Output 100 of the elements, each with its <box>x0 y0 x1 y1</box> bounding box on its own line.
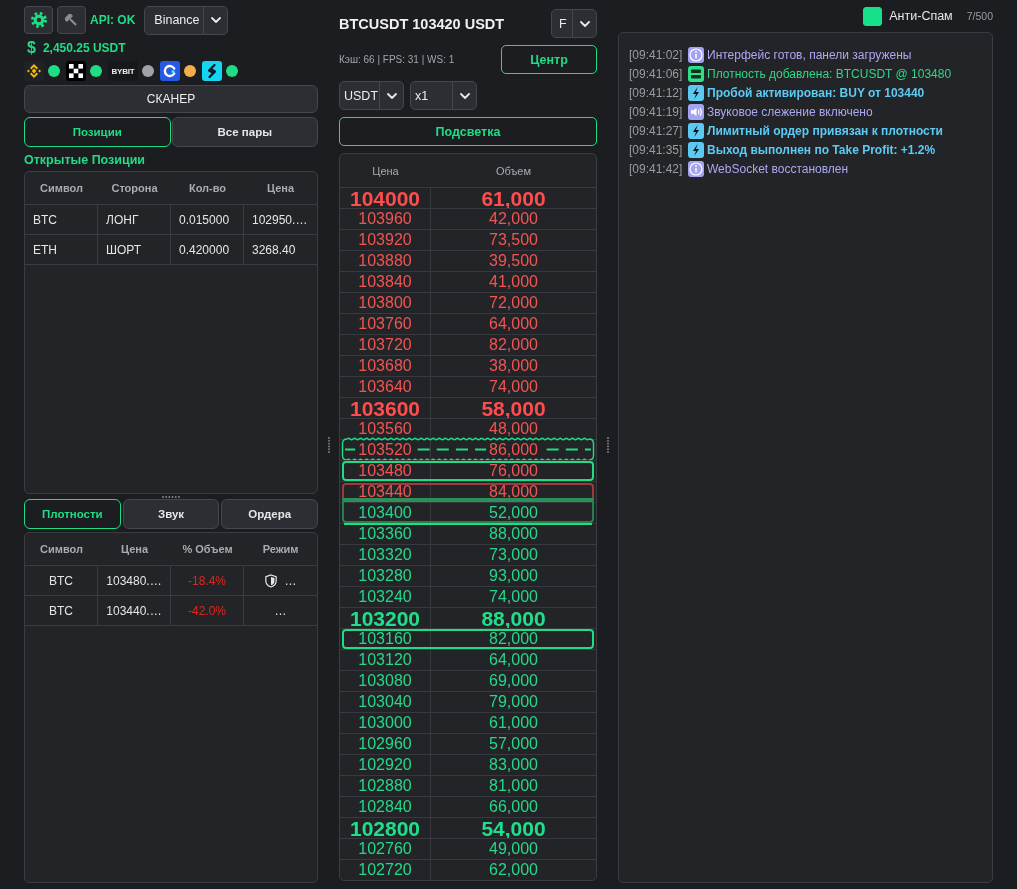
balance-amount: 2,450.25 USDT <box>42 41 126 55</box>
column-header: Сторона <box>110 181 159 196</box>
price-cell: 103840 <box>340 271 431 292</box>
tab[interactable]: Позиции <box>24 117 171 147</box>
checkbox-label: Анти-Спам <box>889 9 953 23</box>
price-cell: 103040 <box>340 691 431 712</box>
table-cell: -18.4% <box>171 566 244 595</box>
column-header: Кол-во <box>187 181 228 196</box>
log-timestamp: [09:41:35] <box>629 142 684 157</box>
volume-cell: 42,000 <box>431 208 596 229</box>
price-cell: 102960 <box>340 733 431 754</box>
highlight-button[interactable]: Подсветка <box>339 117 597 146</box>
swirl-logo-icon <box>202 61 222 81</box>
price-cell: 103200 <box>340 607 431 629</box>
log-message: Плотность добавлена: BTCUSDT @ 103480 <box>707 66 952 81</box>
exchange-select[interactable]: Binance <box>144 5 229 35</box>
log-message: WebSocket восстановлен <box>707 161 849 176</box>
price-cell: 103560 <box>340 418 431 439</box>
volume-cell: 54,000 <box>431 817 596 839</box>
price-cell: 103280 <box>340 565 431 586</box>
volume-cell: 88,000 <box>431 607 596 629</box>
ring-logo-icon <box>160 61 180 81</box>
price-cell: 103880 <box>340 250 431 271</box>
scanner-button[interactable]: СКАНЕР <box>24 85 318 113</box>
volume-cell: 66,000 <box>431 796 596 817</box>
price-cell: 103440 <box>340 481 431 502</box>
volume-cell: 69,000 <box>431 670 596 691</box>
resize-handle[interactable] <box>327 436 330 453</box>
market-select[interactable]: F <box>551 9 597 38</box>
volume-cell: 57,000 <box>431 733 596 754</box>
price-cell: 102760 <box>340 838 431 859</box>
tab[interactable]: Звук <box>122 499 220 529</box>
center-button[interactable]: Центр <box>501 45 597 74</box>
volume-cell: 61,000 <box>431 712 596 733</box>
tab[interactable]: Ордера <box>221 499 318 529</box>
price-cell: 102920 <box>340 754 431 775</box>
exchange-wordmark: BYBIT <box>108 61 138 81</box>
table-cell: ШОРТ <box>98 235 171 264</box>
volume-cell: 82,000 <box>431 628 596 649</box>
column-header: Режим <box>261 542 300 557</box>
table-cell: BTC <box>25 596 98 625</box>
table-cell: 103480.… <box>98 566 171 595</box>
chevron-down-icon <box>579 20 590 27</box>
checker-logo-icon <box>66 61 86 81</box>
price-cell: 103120 <box>340 649 431 670</box>
price-cell: 103760 <box>340 313 431 334</box>
chevron-down-icon <box>386 92 397 99</box>
volume-cell: 83,000 <box>431 754 596 775</box>
volume-cell: 76,000 <box>431 460 596 481</box>
volume-cell: 39,500 <box>431 250 596 271</box>
scale-select[interactable]: x1 <box>410 81 477 110</box>
table-cell: 0.015000 <box>171 205 244 234</box>
price-cell: 103240 <box>340 586 431 607</box>
table-cell: -42.0% <box>171 596 244 625</box>
volume-cell: 93,000 <box>431 565 596 586</box>
currency-symbol: $ <box>27 39 36 57</box>
volume-cell: 72,000 <box>431 292 596 313</box>
quote-select[interactable]: USDT <box>339 81 404 110</box>
column-header: Объем <box>494 163 532 179</box>
resize-handle[interactable] <box>606 436 609 453</box>
column-header: Символ <box>39 542 84 557</box>
settings-button[interactable] <box>24 6 53 34</box>
column-header: % Объем <box>181 542 234 557</box>
resize-handle[interactable] <box>162 495 180 498</box>
price-cell: 102840 <box>340 796 431 817</box>
volume-cell: 81,000 <box>431 775 596 796</box>
price-cell: 103600 <box>340 397 431 419</box>
column-header: Символ <box>39 181 84 196</box>
hammer-button[interactable] <box>57 6 86 34</box>
log-message: Лимитный ордер привязан к плотности <box>707 123 943 138</box>
log-timestamp: [09:41:27] <box>629 123 684 138</box>
price-cell: 103960 <box>340 208 431 229</box>
antispam-checkbox[interactable] <box>863 6 883 26</box>
log-message: Интерфейс готов, панели загружены <box>707 47 912 62</box>
table-cell: ЛОНГ <box>98 205 171 234</box>
table-cell: 103440.… <box>98 596 171 625</box>
price-cell: 103800 <box>340 292 431 313</box>
volume-cell: 62,000 <box>431 859 596 880</box>
volume-cell: 41,000 <box>431 271 596 292</box>
stats-text: Кэш: 66 | FPS: 31 | WS: 1 <box>339 54 455 65</box>
column-header: Цена <box>265 181 296 196</box>
log-timestamp: [09:41:19] <box>629 104 684 119</box>
table-cell-text: 3268.40 <box>251 241 297 259</box>
log-timestamp: [09:41:42] <box>629 161 684 176</box>
tab[interactable]: Плотности <box>24 499 121 529</box>
volume-cell: 49,000 <box>431 838 596 859</box>
log-message: Звуковое слежение включено <box>707 104 873 119</box>
volume-cell: 38,000 <box>431 355 596 376</box>
volume-cell: 73,000 <box>431 544 596 565</box>
mode-text: … <box>284 573 297 588</box>
price-cell: 104000 <box>340 187 431 209</box>
log-timestamp: [09:41:02] <box>629 47 684 62</box>
price-cell: 102880 <box>340 775 431 796</box>
table-cell-text: 102950.… <box>251 211 309 229</box>
volume-cell: 84,000 <box>431 481 596 502</box>
mode-text: … <box>274 603 287 618</box>
volume-cell: 48,000 <box>431 418 596 439</box>
log-count: 7/500 <box>966 10 993 22</box>
tab[interactable]: Все пары <box>171 117 318 147</box>
price-cell: 102720 <box>340 859 431 880</box>
